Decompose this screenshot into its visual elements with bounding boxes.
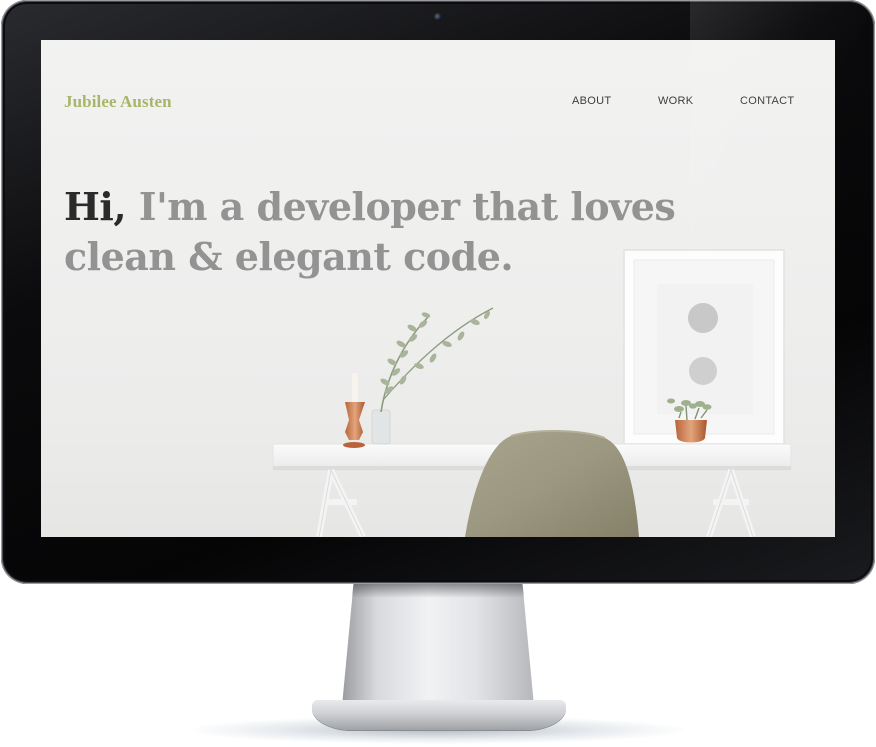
hero-background-scene	[272, 249, 792, 537]
nav-work-link[interactable]: WORK	[658, 95, 693, 107]
monitor-stand-shadow	[351, 584, 525, 598]
monitor-base	[312, 700, 566, 730]
chair	[465, 430, 639, 537]
site-logo[interactable]: Jubilee Austen	[64, 92, 172, 112]
hero-line-2: clean & elegant code.	[64, 234, 514, 279]
hero-headline: Hi, I'm a developer that loves clean & e…	[64, 182, 764, 282]
candle-holder	[343, 373, 365, 448]
monitor-stand	[342, 584, 534, 706]
plant-vase	[371, 307, 494, 445]
desk	[272, 443, 792, 537]
hero-line-1-rest: I'm a developer that loves	[126, 184, 676, 229]
hero-line-1: Hi, I'm a developer that loves	[64, 182, 764, 232]
hero-greeting: Hi,	[64, 184, 127, 229]
nav-contact-link[interactable]: CONTACT	[740, 95, 794, 107]
copper-pot-plant	[667, 398, 712, 443]
nav-about-link[interactable]: ABOUT	[572, 95, 611, 107]
website-screen: Jubilee Austen ABOUT WORK CONTACT Hi, I'…	[41, 40, 835, 537]
webcam-dot-icon	[434, 13, 442, 21]
monitor-mockup: Jubilee Austen ABOUT WORK CONTACT Hi, I'…	[0, 0, 876, 747]
